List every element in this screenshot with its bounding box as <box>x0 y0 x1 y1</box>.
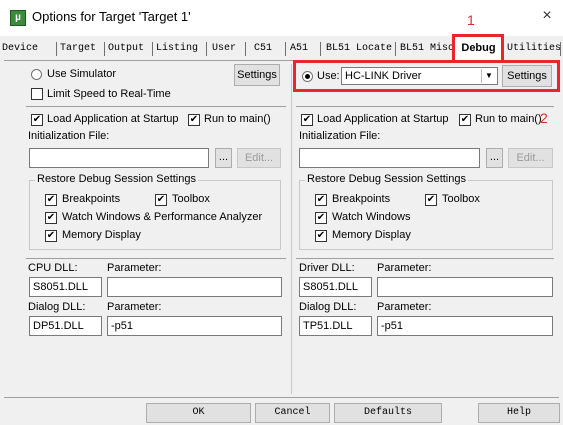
section-divider <box>26 106 286 107</box>
init-file-edit-button[interactable]: Edit... <box>237 148 281 168</box>
tab-separator <box>104 42 105 56</box>
driver-dll-input[interactable]: S8051.DLL <box>299 277 372 297</box>
tab-separator <box>245 42 246 56</box>
tab-separator <box>56 42 57 56</box>
right-run-to-main-label: Run to main() <box>475 113 542 125</box>
right-breakpoints-checkbox[interactable]: ✔ <box>315 194 327 206</box>
simulator-settings-button[interactable]: Settings <box>234 64 280 86</box>
restore-session-title: Restore Debug Session Settings <box>35 173 198 185</box>
cpu-param-input[interactable] <box>107 277 282 297</box>
right-init-file-label: Initialization File: <box>299 130 381 142</box>
right-init-file-browse-button[interactable]: ... <box>486 148 503 168</box>
right-load-app-label: Load Application at Startup <box>317 113 449 125</box>
panel-divider <box>291 64 292 394</box>
memory-display-label: Memory Display <box>62 229 141 241</box>
tab-separator <box>206 42 207 56</box>
right-restore-session-title: Restore Debug Session Settings <box>305 173 468 185</box>
window-title: Options for Target 'Target 1' <box>32 9 191 24</box>
init-file-label: Initialization File: <box>28 130 110 142</box>
tab-bl51-locate[interactable]: BL51 Locate <box>326 40 392 58</box>
tab-a51[interactable]: A51 <box>290 40 308 58</box>
right-init-file-input[interactable] <box>299 148 480 168</box>
section-divider <box>296 258 554 259</box>
toolbox-checkbox[interactable]: ✔ <box>155 194 167 206</box>
right-run-to-main-checkbox[interactable]: ✔ <box>459 114 471 126</box>
annotation-number-1: 1 <box>467 12 475 28</box>
watch-windows-label: Watch Windows & Performance Analyzer <box>62 211 263 223</box>
defaults-button[interactable]: Defaults <box>334 403 442 423</box>
right-breakpoints-label: Breakpoints <box>332 193 391 205</box>
right-memory-display-checkbox[interactable]: ✔ <box>315 230 327 242</box>
tab-separator <box>560 42 561 56</box>
tab-separator <box>320 42 321 56</box>
section-divider <box>26 258 286 259</box>
tab-separator <box>285 42 286 56</box>
use-simulator-label: Use Simulator <box>47 68 117 80</box>
driver-param-label: Parameter: <box>377 262 432 274</box>
cpu-param-label: Parameter: <box>107 262 162 274</box>
dialog-dll-input[interactable]: DP51.DLL <box>29 316 102 336</box>
use-driver-label: Use: <box>317 70 340 82</box>
limit-speed-checkbox[interactable] <box>31 88 43 100</box>
tab-device[interactable]: Device <box>2 40 38 58</box>
init-file-input[interactable] <box>29 148 209 168</box>
tab-user[interactable]: User <box>212 40 236 58</box>
memory-display-checkbox[interactable]: ✔ <box>45 230 57 242</box>
help-button[interactable]: Help <box>478 403 560 423</box>
section-divider <box>296 106 554 107</box>
breakpoints-label: Breakpoints <box>62 193 121 205</box>
driver-settings-button[interactable]: Settings <box>502 65 552 87</box>
breakpoints-checkbox[interactable]: ✔ <box>45 194 57 206</box>
tab-c51[interactable]: C51 <box>254 40 272 58</box>
close-icon[interactable]: × <box>537 6 557 26</box>
load-app-checkbox[interactable]: ✔ <box>31 114 43 126</box>
dialog-dll-label: Dialog DLL: <box>28 301 86 313</box>
annotation-number-2: 2 <box>540 110 548 126</box>
tab-target[interactable]: Target <box>60 40 96 58</box>
right-toolbox-label: Toolbox <box>442 193 480 205</box>
dialog-param-input[interactable]: -p51 <box>107 316 282 336</box>
right-watch-windows-checkbox[interactable]: ✔ <box>315 212 327 224</box>
right-init-file-edit-button[interactable]: Edit... <box>508 148 553 168</box>
use-driver-radio[interactable] <box>302 71 313 82</box>
dialog-param-label: Parameter: <box>107 301 162 313</box>
app-icon: µ <box>10 10 26 26</box>
ok-button[interactable]: OK <box>146 403 251 423</box>
chevron-down-icon[interactable]: ▼ <box>481 69 496 83</box>
right-dialog-param-label: Parameter: <box>377 301 432 313</box>
tab-listing[interactable]: Listing <box>156 40 198 58</box>
annotation-box-debug-tab <box>452 34 504 63</box>
tab-output[interactable]: Output <box>108 40 144 58</box>
tab-bl51-misc[interactable]: BL51 Misc <box>400 40 454 58</box>
limit-speed-label: Limit Speed to Real-Time <box>47 88 171 100</box>
right-dialog-dll-input[interactable]: TP51.DLL <box>299 316 372 336</box>
right-load-app-checkbox[interactable]: ✔ <box>301 114 313 126</box>
tab-utilities[interactable]: Utilities <box>507 40 561 58</box>
toolbox-label: Toolbox <box>172 193 210 205</box>
right-watch-windows-label: Watch Windows <box>332 211 411 223</box>
load-app-label: Load Application at Startup <box>47 113 179 125</box>
init-file-browse-button[interactable]: ... <box>215 148 232 168</box>
tab-separator <box>152 42 153 56</box>
right-memory-display-label: Memory Display <box>332 229 411 241</box>
right-dialog-param-input[interactable]: -p51 <box>377 316 553 336</box>
watch-windows-checkbox[interactable]: ✔ <box>45 212 57 224</box>
driver-dll-label: Driver DLL: <box>299 262 355 274</box>
tab-separator <box>395 42 396 56</box>
cpu-dll-input[interactable]: S8051.DLL <box>29 277 102 297</box>
run-to-main-label: Run to main() <box>204 113 271 125</box>
driver-select-value: HC-LINK Driver <box>345 70 422 82</box>
right-toolbox-checkbox[interactable]: ✔ <box>425 194 437 206</box>
driver-param-input[interactable] <box>377 277 553 297</box>
right-dialog-dll-label: Dialog DLL: <box>299 301 357 313</box>
cancel-button[interactable]: Cancel <box>255 403 330 423</box>
run-to-main-checkbox[interactable]: ✔ <box>188 114 200 126</box>
use-simulator-radio[interactable] <box>31 69 42 80</box>
cpu-dll-label: CPU DLL: <box>28 262 78 274</box>
driver-select[interactable]: HC-LINK Driver ▼ <box>341 67 498 85</box>
